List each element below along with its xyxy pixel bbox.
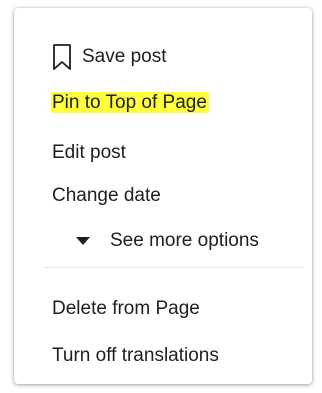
post-options-menu: Save post Pin to Top of Page Edit post C… <box>14 8 312 384</box>
pin-to-top-label: Pin to Top of Page <box>51 92 209 113</box>
save-post-label: Save post <box>82 46 167 67</box>
change-date-label: Change date <box>52 185 161 206</box>
see-more-options-item[interactable]: See more options <box>76 227 259 255</box>
edit-post-item[interactable]: Edit post <box>52 139 126 167</box>
caret-down-icon <box>76 237 90 245</box>
see-more-options-label: See more options <box>110 230 259 251</box>
delete-from-page-label: Delete from Page <box>52 298 200 319</box>
menu-divider <box>44 267 304 268</box>
edit-post-label: Edit post <box>52 142 126 163</box>
bookmark-icon <box>53 44 71 70</box>
save-post-item[interactable]: Save post <box>52 43 167 71</box>
pin-to-top-item[interactable]: Pin to Top of Page <box>51 89 209 117</box>
turn-off-translations-item[interactable]: Turn off translations <box>52 342 219 370</box>
turn-off-translations-label: Turn off translations <box>52 345 219 366</box>
change-date-item[interactable]: Change date <box>52 182 161 210</box>
delete-from-page-item[interactable]: Delete from Page <box>52 295 200 323</box>
